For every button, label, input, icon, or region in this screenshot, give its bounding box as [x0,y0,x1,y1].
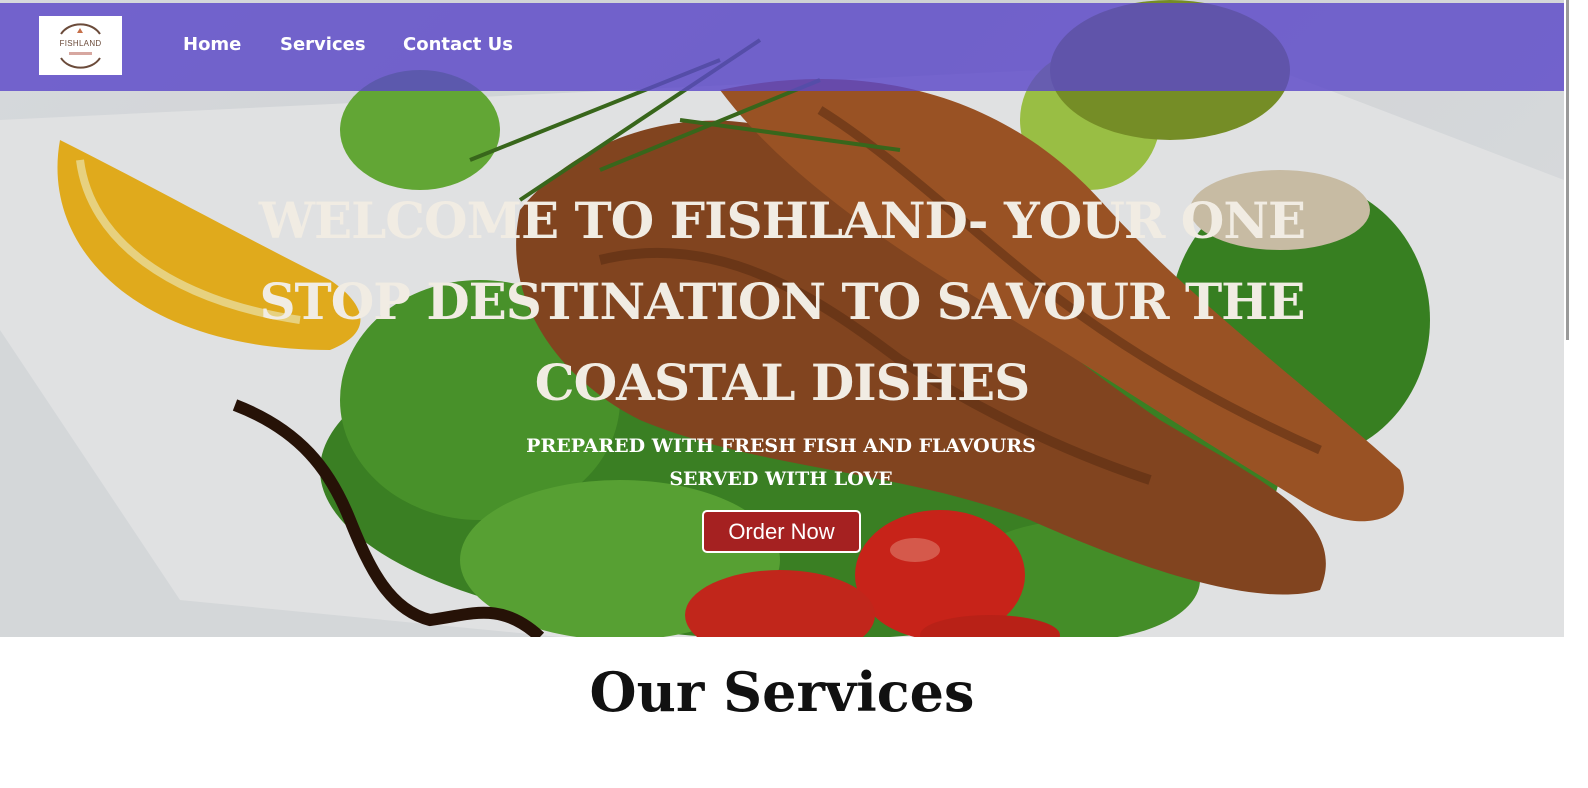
nav-home-link[interactable]: Home [183,34,241,55]
hero-section: WELCOME TO FISHLAND- YOUR ONE STOP DESTI… [0,0,1564,637]
order-now-button[interactable]: Order Now [702,510,861,553]
logo[interactable]: FISHLAND [39,16,122,75]
nav-services-link[interactable]: Services [280,34,366,55]
hero-subtitle: PREPARED WITH FRESH FISH AND FLAVOURS SE… [381,430,1181,496]
hero-subtitle-line2: SERVED WITH LOVE [669,468,893,490]
logo-text: FISHLAND [59,39,102,48]
hero-subtitle-line1: PREPARED WITH FRESH FISH AND FLAVOURS [526,435,1036,457]
nav-contact-link[interactable]: Contact Us [403,34,513,55]
navbar: FISHLAND Home Services Contact Us [0,3,1564,91]
hero-title: WELCOME TO FISHLAND- YOUR ONE STOP DESTI… [258,191,1306,412]
services-title: Our Services [589,660,975,724]
scrollbar-thumb[interactable] [1566,0,1569,340]
